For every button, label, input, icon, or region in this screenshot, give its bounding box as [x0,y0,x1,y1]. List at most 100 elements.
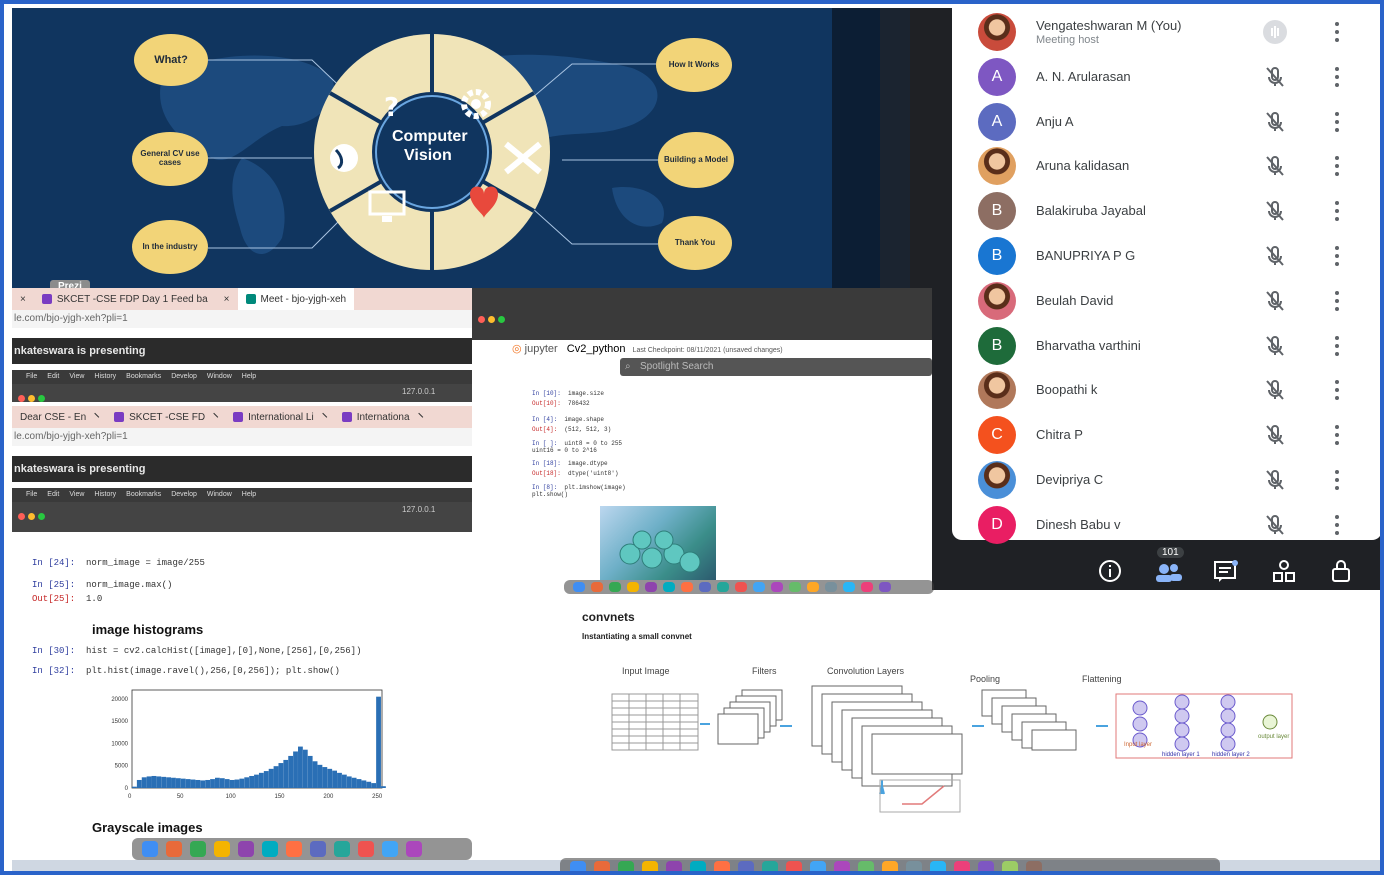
more-options-icon[interactable] [1330,289,1344,313]
dock-app-icon[interactable] [666,861,682,871]
menu-item[interactable]: View [69,491,84,498]
menu-item[interactable]: File [26,491,37,498]
dock-app-icon[interactable] [238,841,254,857]
more-options-icon[interactable] [1330,199,1344,223]
dock-app-icon[interactable] [735,582,747,592]
more-options-icon[interactable] [1330,154,1344,178]
more-options-icon[interactable] [1330,378,1344,402]
dock-app-icon[interactable] [1002,861,1018,871]
menu-item[interactable]: Window [207,373,232,380]
jupyter-cell[interactable]: In [ ]: uint8 = 0 to 255 uint16 = 0 to 2… [532,440,622,454]
more-options-icon[interactable] [1330,334,1344,358]
dock-app-icon[interactable] [627,582,639,592]
participant-row[interactable]: C Chitra P [952,413,1380,457]
dock-app-icon[interactable] [843,582,855,592]
dock-app-icon[interactable] [879,582,891,592]
dock-app-icon[interactable] [738,861,754,871]
speaking-indicator-icon[interactable] [1262,19,1288,45]
dock-app-icon[interactable] [618,861,634,871]
dock-app-icon[interactable] [978,861,994,871]
host-controls-icon[interactable] [1326,555,1358,587]
prezi-tab[interactable]: Prezi [50,280,90,288]
tab-close[interactable]: × [12,288,34,310]
dock-app-icon[interactable] [286,841,302,857]
jupyter-cell[interactable]: Out[10]: 786432 [532,400,590,407]
more-options-icon[interactable] [1330,65,1344,89]
more-options-icon[interactable] [1330,244,1344,268]
jupyter-cell[interactable]: Out[18]: dtype('uint8') [532,470,618,477]
dock-app-icon[interactable] [642,861,658,871]
participant-row[interactable]: Aruna kalidasan [952,144,1380,188]
mic-off-icon[interactable] [1262,467,1288,493]
dock-app-icon[interactable] [858,861,874,871]
dock-app-icon[interactable] [930,861,946,871]
menu-item[interactable]: History [94,491,116,498]
dock-app-icon[interactable] [717,582,729,592]
dock-app-icon[interactable] [861,582,873,592]
address-bar-2[interactable]: le.com/bjo-yjgh-xeh?pli=1 [12,428,472,446]
nb-cell-25[interactable]: In [25]: norm_image.max() [32,580,172,590]
people-icon[interactable]: 101 [1152,547,1184,587]
dock-app-icon[interactable] [214,841,230,857]
more-options-icon[interactable] [1330,513,1344,537]
participant-row[interactable]: A Anju A [952,100,1380,144]
mic-off-icon[interactable] [1262,153,1288,179]
dock-app-icon[interactable] [762,861,778,871]
mic-off-icon[interactable] [1262,243,1288,269]
dock-app-icon[interactable] [663,582,675,592]
dock-app-icon[interactable] [166,841,182,857]
dock-app-icon[interactable] [358,841,374,857]
participant-row[interactable]: A A. N. Arularasan [952,55,1380,99]
jupyter-cell[interactable]: In [10]: image.size [532,390,604,397]
safari-address[interactable]: 127.0.0.1 [402,387,435,396]
dock-app-icon[interactable] [753,582,765,592]
dock-app-icon[interactable] [954,861,970,871]
dock-app-icon[interactable] [406,841,422,857]
participant-row[interactable]: B BANUPRIYA P G [952,234,1380,278]
activities-icon[interactable] [1268,555,1300,587]
more-options-icon[interactable] [1330,423,1344,447]
dock-app-icon[interactable] [1026,861,1042,871]
menu-item[interactable]: History [94,373,116,380]
dock-app-icon[interactable] [690,861,706,871]
participant-row[interactable]: Vengateshwaran M (You) Meeting host [952,10,1380,54]
dock-app-icon[interactable] [573,582,585,592]
notebook-name[interactable]: Cv2_python [567,343,626,355]
dock-app-icon[interactable] [810,861,826,871]
dock-app-icon[interactable] [786,861,802,871]
nb-cell-30[interactable]: In [30]: hist = cv2.calcHist([image],[0]… [32,646,361,656]
dock-app-icon[interactable] [262,841,278,857]
browser-tab[interactable]: Internationa [334,406,430,428]
spotlight-search[interactable]: ⌕ Spotlight Search [620,358,932,376]
tab-meet[interactable]: Meet - bjo-yjgh-xeh [237,288,355,310]
participant-row[interactable]: B Bharvatha varthini [952,324,1380,368]
dock-app-icon[interactable] [882,861,898,871]
nb-cell-24[interactable]: In [24]: norm_image = image/255 [32,558,205,568]
menu-item[interactable]: Window [207,491,232,498]
menu-item[interactable]: Help [242,373,256,380]
dock-app-icon[interactable] [834,861,850,871]
close-icon[interactable] [318,412,327,422]
jupyter-cell[interactable]: Out[4]: (512, 512, 3) [532,426,611,433]
mic-off-icon[interactable] [1262,512,1288,538]
safari-address-2[interactable]: 127.0.0.1 [402,505,435,514]
dock-app-icon[interactable] [789,582,801,592]
dock-app-icon[interactable] [645,582,657,592]
menu-item[interactable]: View [69,373,84,380]
menu-item[interactable]: Edit [47,491,59,498]
browser-tab[interactable]: Dear CSE - En [12,406,106,428]
more-options-icon[interactable] [1330,468,1344,492]
browser-tab[interactable]: SKCET -CSE FD [106,406,225,428]
more-options-icon[interactable] [1330,110,1344,134]
jupyter-cell[interactable]: In [4]: image.shape [532,416,604,423]
chat-icon[interactable] [1210,555,1242,587]
dock-app-icon[interactable] [570,861,586,871]
dock-app-icon[interactable] [190,841,206,857]
dock-app-icon[interactable] [714,861,730,871]
nb-cell-32[interactable]: In [32]: plt.hist(image.ravel(),256,[0,2… [32,666,340,676]
dock-app-icon[interactable] [591,582,603,592]
more-options-icon[interactable] [1330,20,1344,44]
participant-row[interactable]: D Dinesh Babu v [952,503,1380,547]
participant-row[interactable]: Devipriya C [952,458,1380,502]
close-icon[interactable] [209,412,219,422]
